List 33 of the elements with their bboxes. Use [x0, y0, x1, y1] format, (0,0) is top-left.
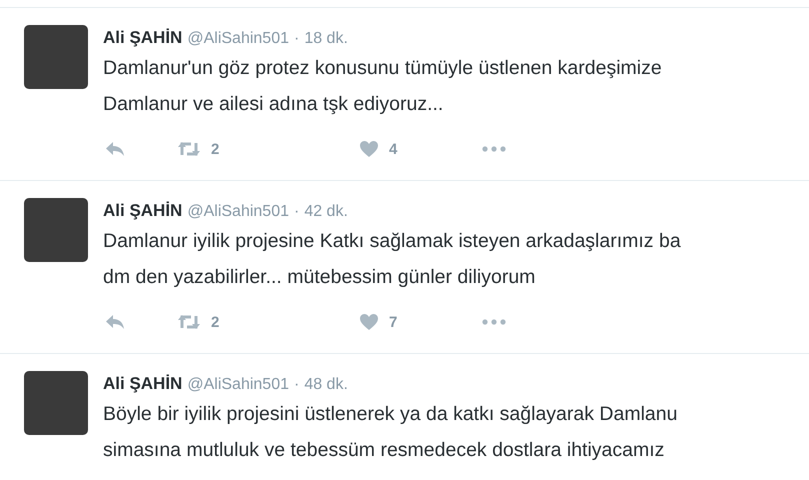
like-count: 4 — [389, 140, 398, 158]
separator: · — [294, 375, 300, 395]
timestamp[interactable]: 42 dk. — [304, 201, 348, 223]
user-name[interactable]: Ali ŞAHİN — [103, 200, 182, 222]
avatar-placeholder[interactable] — [24, 25, 88, 89]
avatar-placeholder[interactable] — [24, 198, 88, 262]
like-count: 7 — [389, 314, 398, 330]
tweet-text: dm den yazabilirler... mütebessim günler diliyorum — [103, 265, 536, 290]
user-handle[interactable]: @AliSahin501 — [187, 28, 289, 50]
more-icon[interactable] — [482, 319, 506, 325]
more-icon[interactable] — [482, 146, 506, 152]
reply-icon[interactable] — [105, 314, 125, 330]
tweet-text: Böyle bir iyilik projesini üstlenerek ya da katkı sağlayarak Damlanu — [103, 402, 678, 427]
heart-icon[interactable] — [359, 140, 379, 158]
retweet-count: 2 — [211, 140, 220, 158]
user-name[interactable]: Ali ŞAHİN — [103, 27, 182, 49]
user-handle[interactable]: @AliSahin501 — [187, 374, 289, 396]
tweet-text: Damlanur iyilik projesine Katkı sağlamak isteyen arkadaşlarımız ba — [103, 229, 681, 254]
retweet-icon[interactable] — [177, 314, 201, 330]
reply-icon[interactable] — [105, 141, 125, 157]
tweet-text: Damlanur'un göz protez konusunu tümüyle üstlenen kardeşimize — [103, 56, 662, 81]
separator: · — [294, 29, 300, 49]
timestamp[interactable]: 48 dk. — [304, 374, 348, 396]
tweet-text: simasına mutluluk ve tebessüm resmedecek dostlara ihtiyacamız — [103, 438, 666, 463]
retweet-icon[interactable] — [177, 141, 201, 157]
timestamp[interactable]: 18 dk. — [304, 28, 348, 50]
retweet-count: 2 — [211, 314, 220, 330]
avatar-placeholder[interactable] — [24, 371, 88, 435]
heart-icon[interactable] — [359, 313, 379, 331]
tweet-text: Damlanur ve ailesi adına tşk ediyoruz... — [103, 92, 444, 117]
user-handle[interactable]: @AliSahin501 — [187, 201, 289, 223]
separator: · — [294, 202, 300, 222]
user-name[interactable]: Ali ŞAHİN — [103, 373, 182, 395]
